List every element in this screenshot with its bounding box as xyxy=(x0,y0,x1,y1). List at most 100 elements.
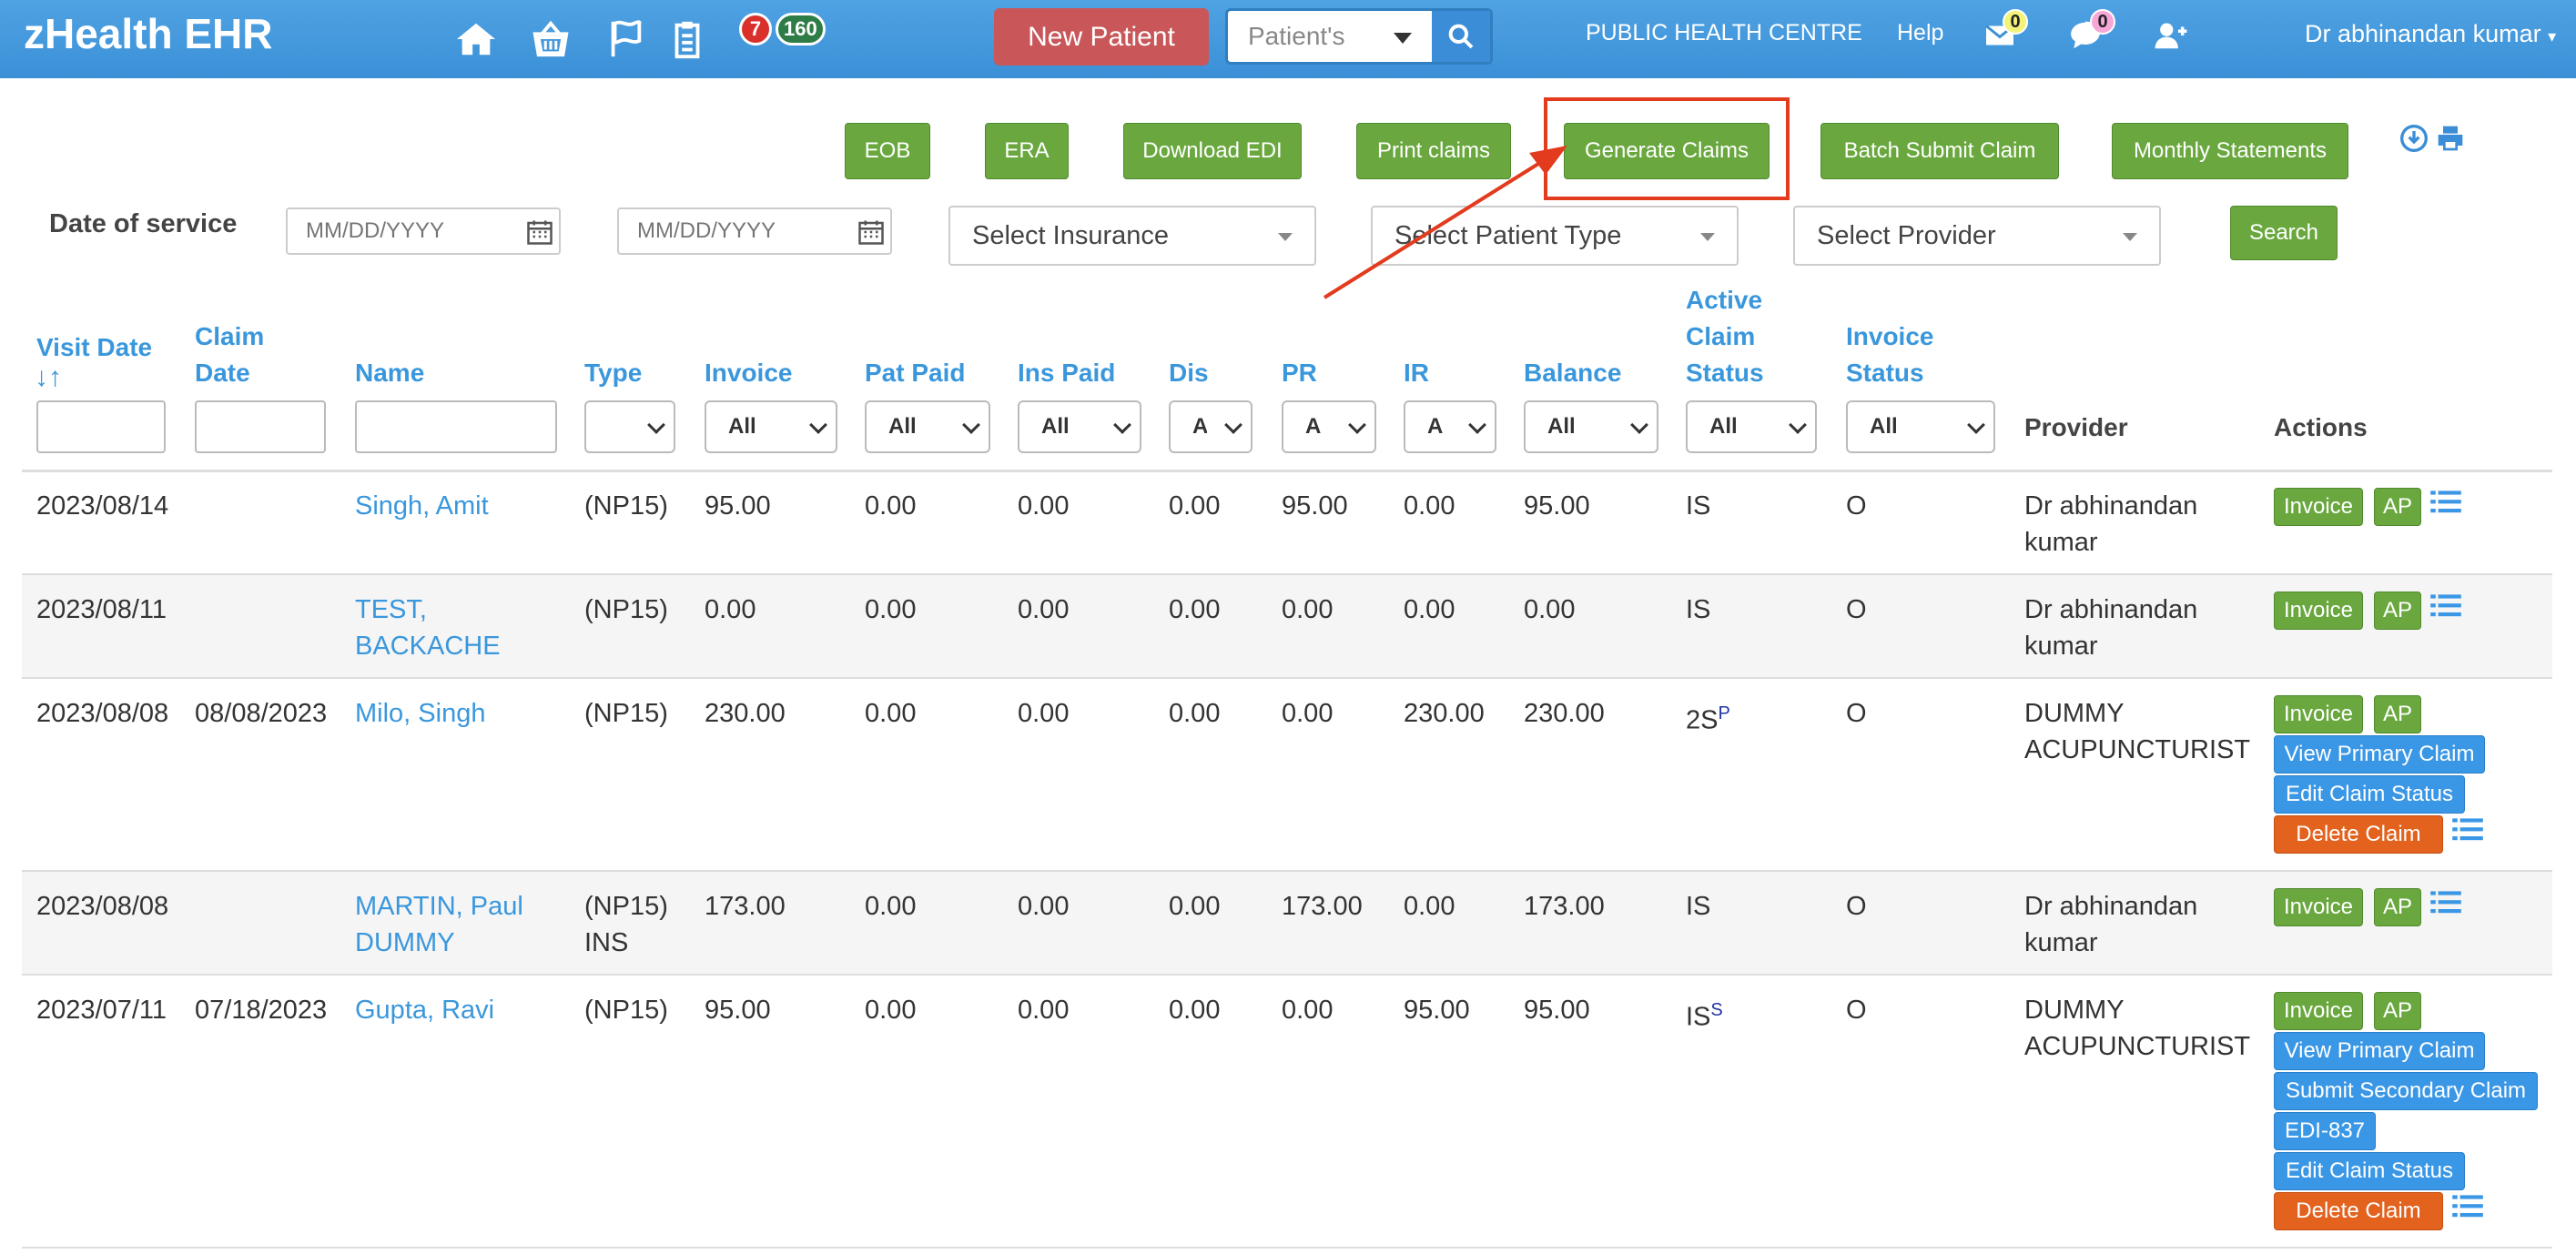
patient-name-link[interactable]: Gupta, Ravi xyxy=(355,992,494,1028)
home-icon[interactable] xyxy=(453,16,499,62)
col-invoice[interactable]: Invoice xyxy=(705,355,792,391)
table-row: 2023/08/14 Singh, Amit (NP15) 95.00 0.00… xyxy=(22,471,2552,575)
invoice-filter[interactable]: All xyxy=(705,400,837,453)
add-user-icon[interactable] xyxy=(2148,13,2194,58)
dis-filter[interactable]: A xyxy=(1169,400,1253,453)
sort-icon[interactable]: ↓↑ xyxy=(35,362,62,393)
visit-date-cell: 2023/08/08 xyxy=(36,892,169,921)
invoice-status-filter[interactable]: All xyxy=(1846,400,1995,453)
col-balance[interactable]: Balance xyxy=(1524,355,1621,391)
col-name[interactable]: Name xyxy=(355,355,424,391)
filter-search-button[interactable]: Search xyxy=(2230,206,2338,260)
active-claim-status-filter[interactable]: All xyxy=(1686,400,1817,453)
col-claim-date-line1: Claim xyxy=(195,322,265,350)
monthly-statements-button[interactable]: Monthly Statements xyxy=(2112,123,2348,179)
print-claims-button[interactable]: Print claims xyxy=(1356,123,1511,179)
col-claim-date[interactable]: Claim Date xyxy=(195,319,264,391)
user-menu[interactable]: Dr abhinandan kumar ▾ xyxy=(2305,20,2556,48)
col-pr[interactable]: PR xyxy=(1282,355,1317,391)
name-filter[interactable] xyxy=(355,400,557,453)
patient-name-link[interactable]: MARTIN, Paul DUMMY xyxy=(355,888,523,961)
invoice-button[interactable]: Invoice xyxy=(2274,592,2363,630)
new-patient-button[interactable]: New Patient xyxy=(994,8,1209,66)
basket-icon[interactable] xyxy=(528,16,573,62)
ir-filter[interactable]: A xyxy=(1404,400,1496,453)
provider-cell: Dr abhinandan kumar xyxy=(2024,488,2197,561)
download-edi-button[interactable]: Download EDI xyxy=(1123,123,1302,179)
view-primary-claim-button[interactable]: View Primary Claim xyxy=(2274,735,2485,774)
delete-claim-button[interactable]: Delete Claim xyxy=(2274,1192,2443,1230)
invoice-button[interactable]: Invoice xyxy=(2274,888,2363,926)
submit-secondary-claim-button[interactable]: Submit Secondary Claim xyxy=(2274,1072,2538,1110)
type-filter[interactable] xyxy=(584,400,675,453)
help-link[interactable]: Help xyxy=(1897,20,1943,46)
ap-button[interactable]: AP xyxy=(2374,888,2421,926)
col-visit-date[interactable]: Visit Date xyxy=(36,329,152,366)
invoice-button[interactable]: Invoice xyxy=(2274,488,2363,526)
list-icon[interactable] xyxy=(2430,890,2461,915)
edit-claim-status-button[interactable]: Edit Claim Status xyxy=(2274,1152,2465,1190)
search-button[interactable] xyxy=(1432,11,1490,62)
pat-paid-filter[interactable]: All xyxy=(865,400,990,453)
edit-claim-status-button[interactable]: Edit Claim Status xyxy=(2274,775,2465,814)
provider-select[interactable]: Select Provider xyxy=(1793,206,2161,266)
patient-type-select[interactable]: Select Patient Type xyxy=(1371,206,1739,266)
patient-name-link[interactable]: Singh, Amit xyxy=(355,488,489,524)
facility-link[interactable]: PUBLIC HEALTH CENTRE xyxy=(1586,20,1862,46)
invoice-cell: 173.00 xyxy=(705,892,786,921)
download-icon[interactable] xyxy=(2399,124,2429,153)
provider-line2: kumar xyxy=(2024,928,2098,957)
col-ins-paid[interactable]: Ins Paid xyxy=(1018,355,1115,391)
chat-count-badge: 0 xyxy=(2090,9,2115,35)
balance-cell: 95.00 xyxy=(1524,996,1590,1025)
invoice-button[interactable]: Invoice xyxy=(2274,992,2363,1030)
date-from-input[interactable] xyxy=(286,207,561,255)
balance-filter-value: All xyxy=(1547,414,1576,439)
col-ir[interactable]: IR xyxy=(1404,355,1429,391)
ap-button[interactable]: AP xyxy=(2374,992,2421,1030)
col-pat-paid[interactable]: Pat Paid xyxy=(865,355,965,391)
app-title[interactable]: zHealth EHR xyxy=(24,9,272,58)
col-active-claim-status[interactable]: Active Claim Status xyxy=(1686,282,1764,391)
era-button[interactable]: ERA xyxy=(985,123,1069,179)
patient-search-select[interactable]: Patient's xyxy=(1228,11,1432,62)
view-primary-claim-button[interactable]: View Primary Claim xyxy=(2274,1032,2485,1070)
calendar-icon[interactable] xyxy=(526,218,553,246)
visit-date-filter[interactable] xyxy=(36,400,166,453)
mail-icon[interactable]: 0 xyxy=(1977,9,2028,58)
balance-filter[interactable]: All xyxy=(1524,400,1658,453)
patient-name-link[interactable]: Milo, Singh xyxy=(355,695,485,732)
claim-date-filter[interactable] xyxy=(195,400,326,453)
ap-button[interactable]: AP xyxy=(2374,488,2421,526)
date-to-input[interactable] xyxy=(617,207,892,255)
task-count-badge[interactable]: 160 xyxy=(776,13,826,46)
delete-claim-button[interactable]: Delete Claim xyxy=(2274,815,2443,854)
list-icon[interactable] xyxy=(2452,817,2483,843)
ins-paid-filter[interactable]: All xyxy=(1018,400,1141,453)
ap-button[interactable]: AP xyxy=(2374,695,2421,733)
calendar-icon[interactable] xyxy=(857,218,885,246)
col-dis[interactable]: Dis xyxy=(1169,355,1209,391)
invoice-button[interactable]: Invoice xyxy=(2274,695,2363,733)
provider-line1: DUMMY xyxy=(2024,699,2125,728)
pr-filter[interactable]: A xyxy=(1282,400,1376,453)
invoice-cell: 230.00 xyxy=(705,699,786,728)
ap-button[interactable]: AP xyxy=(2374,592,2421,630)
eob-button[interactable]: EOB xyxy=(845,123,930,179)
alert-count-badge[interactable]: 7 xyxy=(739,13,772,46)
batch-submit-claim-button[interactable]: Batch Submit Claim xyxy=(1820,123,2059,179)
col-invoice-status[interactable]: Invoice Status xyxy=(1846,319,1933,391)
chevron-down-icon xyxy=(1967,416,1985,434)
chat-icon[interactable]: 0 xyxy=(2063,9,2115,58)
insurance-select[interactable]: Select Insurance xyxy=(948,206,1316,266)
flag-icon[interactable] xyxy=(603,16,648,62)
highlight-box xyxy=(1544,97,1790,200)
clipboard-icon[interactable] xyxy=(664,16,710,62)
list-icon[interactable] xyxy=(2452,1194,2483,1219)
edi-837-button[interactable]: EDI-837 xyxy=(2274,1112,2376,1150)
col-type[interactable]: Type xyxy=(584,355,642,391)
print-icon[interactable] xyxy=(2436,124,2465,153)
list-icon[interactable] xyxy=(2430,593,2461,619)
patient-name-link[interactable]: TEST, BACKACHE xyxy=(355,592,501,664)
list-icon[interactable] xyxy=(2430,490,2461,515)
